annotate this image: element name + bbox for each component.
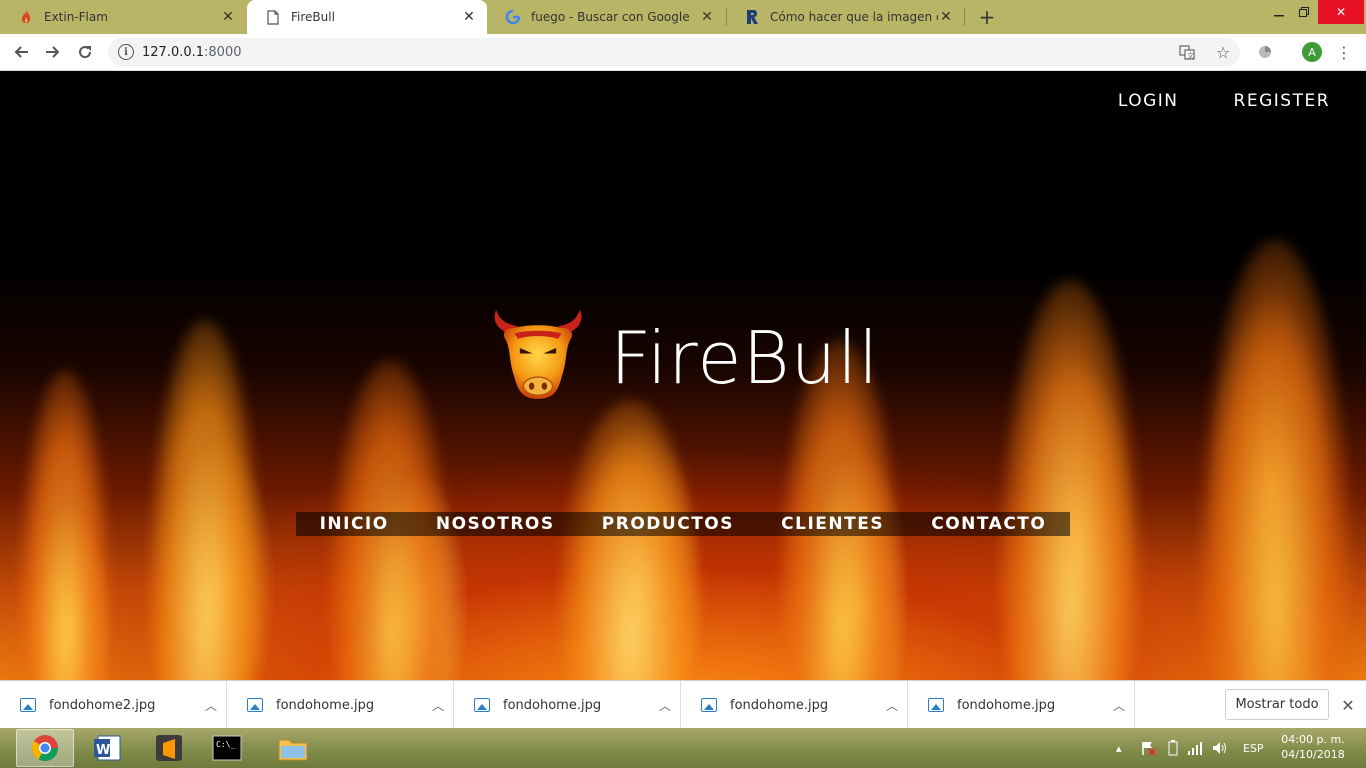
register-link[interactable]: REGISTER xyxy=(1234,91,1330,111)
download-filename: fondohome.jpg xyxy=(730,697,829,713)
tab-google-search[interactable]: fuego - Buscar con Google ✕ xyxy=(487,0,725,34)
page-viewport: LOGIN REGISTER FireBull INICIO NOSOTROS … xyxy=(0,71,1366,680)
flame-shape xyxy=(1000,280,1140,680)
download-filename: fondohome.jpg xyxy=(276,697,375,713)
cmd-icon: C:\_ xyxy=(212,735,242,761)
flame-shape xyxy=(20,370,110,680)
download-filename: fondohome.jpg xyxy=(957,697,1056,713)
restore-icon[interactable] xyxy=(1292,0,1316,24)
download-item[interactable]: fondohome2.jpg ︿ xyxy=(0,681,227,729)
taskbar-sublime[interactable] xyxy=(140,729,198,767)
chevron-up-icon[interactable]: ︿ xyxy=(650,697,680,714)
download-item[interactable]: fondohome.jpg ︿ xyxy=(681,681,908,729)
tab-title: fuego - Buscar con Google xyxy=(531,10,690,24)
tab-title: Cómo hacer que la imagen de fo xyxy=(770,10,938,24)
word-icon: W xyxy=(94,735,121,761)
nav-inicio[interactable]: INICIO xyxy=(302,514,407,534)
chevron-up-icon[interactable]: ︿ xyxy=(423,697,453,714)
taskbar-explorer[interactable] xyxy=(264,729,322,767)
chevron-up-icon[interactable]: ︿ xyxy=(877,697,907,714)
tab-title: FireBull xyxy=(291,10,335,24)
translate-icon[interactable]: 文 xyxy=(1174,40,1200,64)
download-item[interactable]: fondohome.jpg ︿ xyxy=(227,681,454,729)
taskbar-cmd[interactable]: C:\_ xyxy=(198,729,256,767)
r-logo-icon xyxy=(744,9,760,25)
address-bar[interactable]: i 127.0.0.1 :8000 xyxy=(108,38,1240,66)
windows-taskbar: W C:\_ ▴ ESP 04:00 p. m. 04/10/2018 xyxy=(0,728,1366,768)
tab-firebull[interactable]: FireBull ✕ xyxy=(247,0,487,34)
tab-close-icon[interactable]: ✕ xyxy=(461,9,477,25)
svg-text:文: 文 xyxy=(1187,51,1194,60)
downloads-shelf: fondohome2.jpg ︿ fondohome.jpg ︿ fondoho… xyxy=(0,680,1366,729)
tab-close-icon[interactable]: ✕ xyxy=(938,9,954,25)
tab-como-hacer[interactable]: Cómo hacer que la imagen de fo ✕ xyxy=(726,0,964,34)
tab-close-icon[interactable]: ✕ xyxy=(699,9,715,25)
download-item[interactable]: fondohome.jpg ︿ xyxy=(908,681,1135,729)
minimize-icon[interactable] xyxy=(1268,0,1290,24)
sublime-icon xyxy=(156,735,182,761)
image-file-icon xyxy=(701,698,717,712)
url-port: :8000 xyxy=(204,44,242,60)
menu-kebab-icon[interactable]: ⋮ xyxy=(1331,40,1357,64)
flame-favicon-icon xyxy=(18,9,34,25)
image-file-icon xyxy=(247,698,263,712)
main-nav: INICIO NOSOTROS PRODUCTOS CLIENTES CONTA… xyxy=(296,512,1070,536)
tab-separator xyxy=(964,8,965,26)
show-all-button[interactable]: Mostrar todo xyxy=(1225,689,1329,720)
site-info-icon[interactable]: i xyxy=(118,44,134,60)
page-icon xyxy=(265,9,281,25)
image-file-icon xyxy=(474,698,490,712)
google-icon xyxy=(505,9,521,25)
chrome-icon xyxy=(31,735,59,762)
tab-extin-flam[interactable]: Extin-Flam ✕ xyxy=(0,0,246,34)
tray-expand-icon[interactable]: ▴ xyxy=(1116,728,1122,768)
tab-strip: Extin-Flam ✕ FireBull ✕ fuego - Buscar c… xyxy=(0,0,1366,34)
auth-nav: LOGIN REGISTER xyxy=(1118,91,1330,111)
flame-shape xyxy=(1200,240,1350,680)
nav-productos[interactable]: PRODUCTOS xyxy=(584,514,752,534)
folder-icon xyxy=(278,739,308,761)
chevron-up-icon[interactable]: ︿ xyxy=(196,697,226,714)
nav-contacto[interactable]: CONTACTO xyxy=(913,514,1064,534)
login-link[interactable]: LOGIN xyxy=(1118,91,1179,111)
brand-name: FireBull xyxy=(610,316,880,400)
brand-header: FireBull xyxy=(488,303,879,413)
clock-time: 04:00 p. m. xyxy=(1281,733,1345,746)
bookmark-star-icon[interactable]: ☆ xyxy=(1210,40,1236,64)
tab-title: Extin-Flam xyxy=(44,10,108,24)
bull-logo-icon xyxy=(494,309,582,399)
language-indicator[interactable]: ESP xyxy=(1243,728,1264,768)
forward-arrow-icon[interactable] xyxy=(40,40,66,64)
back-arrow-icon[interactable] xyxy=(8,40,34,64)
battery-icon[interactable] xyxy=(1168,728,1178,768)
extension-icon[interactable] xyxy=(1252,40,1278,64)
taskbar-word[interactable]: W xyxy=(78,729,136,767)
download-filename: fondohome2.jpg xyxy=(49,697,156,713)
tab-close-icon[interactable]: ✕ xyxy=(220,9,236,25)
download-item[interactable]: fondohome.jpg ︿ xyxy=(454,681,681,729)
taskbar-clock[interactable]: 04:00 p. m. 04/10/2018 xyxy=(1278,732,1348,762)
image-file-icon xyxy=(20,698,36,712)
svg-text:C:\_: C:\_ xyxy=(216,740,235,749)
svg-text:W: W xyxy=(96,743,110,758)
browser-toolbar: i 127.0.0.1 :8000 文 ☆ A ⋮ xyxy=(0,34,1366,71)
nav-clientes[interactable]: CLIENTES xyxy=(763,514,902,534)
volume-icon[interactable] xyxy=(1212,728,1228,768)
signal-icon[interactable] xyxy=(1188,728,1204,768)
shelf-close-icon[interactable]: ✕ xyxy=(1338,695,1358,715)
flag-icon[interactable] xyxy=(1140,728,1156,768)
url-host: 127.0.0.1 xyxy=(142,44,205,60)
image-file-icon xyxy=(928,698,944,712)
new-tab-plus-icon[interactable]: + xyxy=(976,5,998,29)
reload-icon[interactable] xyxy=(72,40,98,64)
clock-date: 04/10/2018 xyxy=(1281,748,1345,761)
window-close-icon[interactable]: ✕ xyxy=(1318,0,1364,24)
taskbar-chrome[interactable] xyxy=(16,729,74,767)
chevron-up-icon[interactable]: ︿ xyxy=(1104,697,1134,714)
profile-avatar[interactable]: A xyxy=(1302,42,1322,62)
flame-shape xyxy=(150,320,260,680)
nav-nosotros[interactable]: NOSOTROS xyxy=(418,514,573,534)
flame-shape xyxy=(560,400,700,680)
download-filename: fondohome.jpg xyxy=(503,697,602,713)
